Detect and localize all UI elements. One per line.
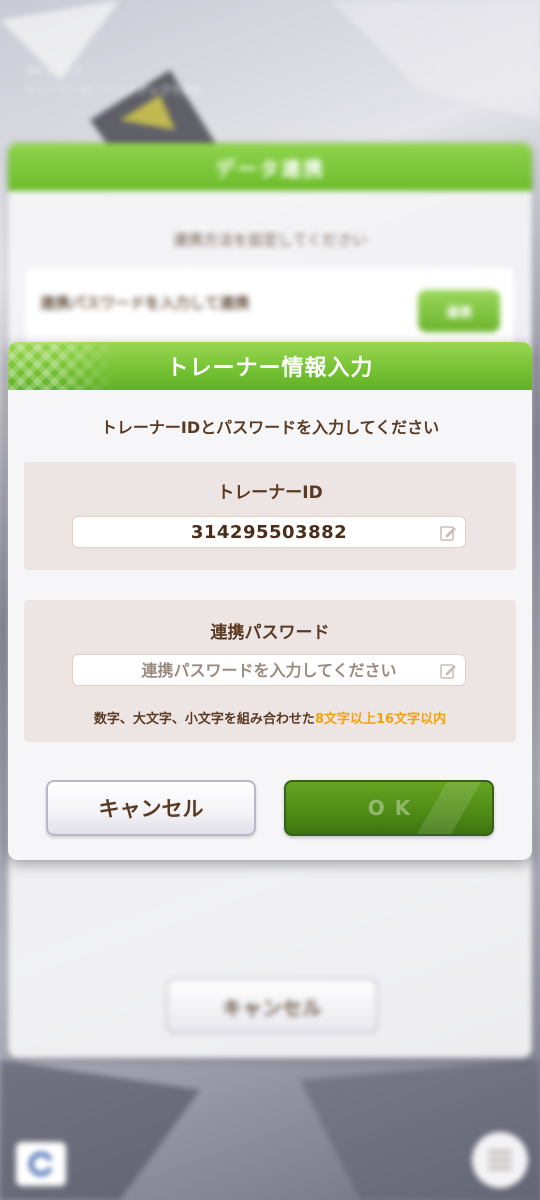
copyright-text: ©Cygames, Inc.	[433, 64, 522, 77]
password-hint: 数字、大文字、小文字を組み合わせた8文字以上16文字以内	[24, 708, 516, 727]
trainer-id-panel: トレーナーID 314295503882	[24, 462, 516, 570]
header-pattern	[8, 342, 118, 390]
menu-icon	[16, 1142, 66, 1186]
password-hint-text: 数字、大文字、小文字を組み合わせた	[93, 712, 315, 727]
edit-icon	[440, 526, 456, 541]
trainer-id-field[interactable]: 314295503882	[72, 516, 466, 548]
trainer-info-dialog: トレーナー情報入力 トレーナーIDとパスワードを入力してください トレーナーID…	[8, 342, 532, 860]
password-hint-length: 8文字以上16文字以内	[314, 712, 447, 727]
ok-button-stripe	[412, 782, 492, 834]
cancel-button[interactable]: キャンセル	[46, 780, 256, 836]
hamburger-icon	[472, 1132, 528, 1188]
ok-button-label: OK	[367, 796, 421, 820]
instruction-text: トレーナーIDとパスワードを入力してください	[100, 418, 440, 437]
password-panel: 連携パスワード 数字、大文字、小文字を組み合わせた8文字以上16文字以内	[24, 600, 516, 742]
password-link-label: 連携パスワードを入力して連携	[40, 294, 250, 312]
trainer-id-value: 314295503882	[190, 521, 348, 543]
ok-button[interactable]: OK	[284, 780, 494, 836]
version-text: Ver.2.24.0	[26, 64, 82, 77]
dialog-title: トレーナー情報入力	[166, 356, 374, 381]
dialog-header: トレーナー情報入力	[8, 342, 532, 390]
link-button: 連携	[418, 290, 500, 332]
background-cancel-button: キャンセル	[166, 978, 378, 1034]
password-label: 連携パスワード	[210, 623, 330, 643]
cancel-button-label: キャンセル	[98, 797, 204, 821]
trainer-id-label: トレーナーID	[217, 483, 323, 503]
backup-notice: トレーナーID・バックアップで表示	[26, 84, 203, 97]
password-field[interactable]	[72, 654, 466, 686]
password-input[interactable]	[107, 659, 431, 681]
data-link-dialog-title: データ連携	[8, 143, 532, 191]
data-link-subtitle: 連携方法を設定してください	[172, 231, 368, 249]
edit-icon	[440, 664, 456, 679]
